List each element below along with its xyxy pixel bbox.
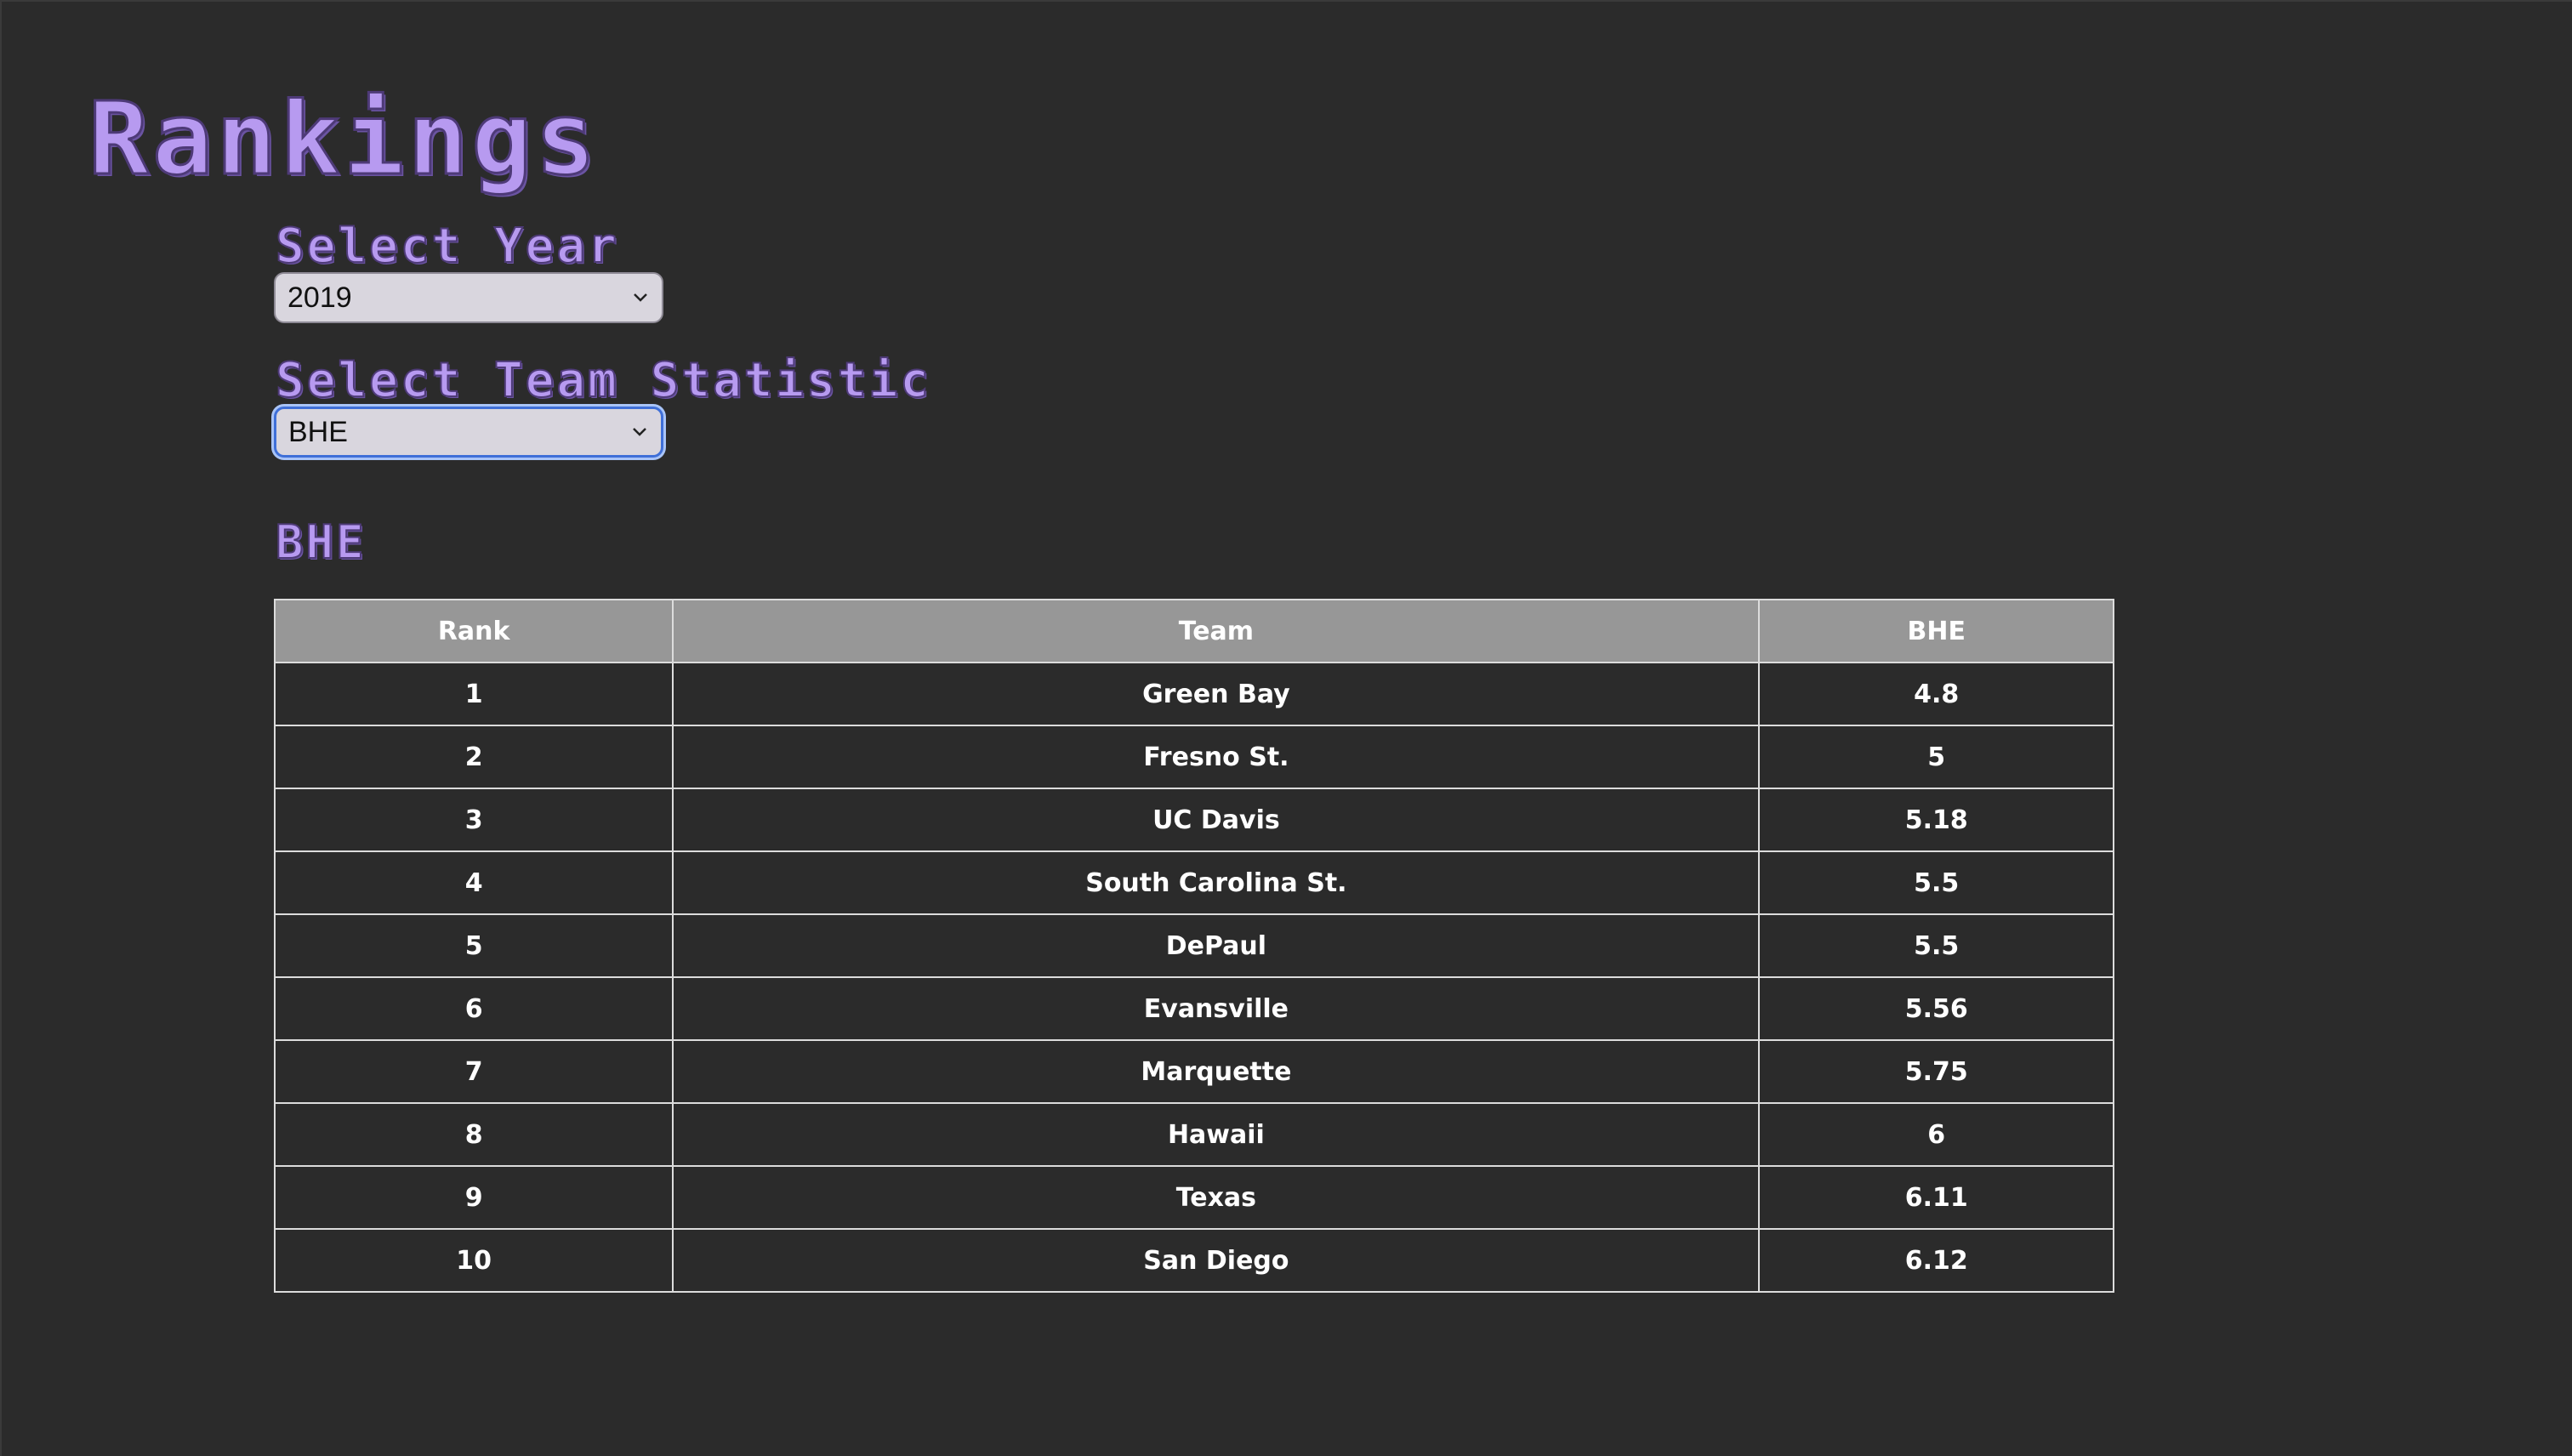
column-header-team: Team xyxy=(672,599,1761,663)
team-cell: Evansville xyxy=(672,976,1761,1041)
rank-cell: 1 xyxy=(273,662,674,726)
chevron-down-icon xyxy=(631,288,650,307)
table-row: 1 Green Bay 4.8 xyxy=(273,662,2114,726)
stat-cell: 5 xyxy=(1758,725,2114,789)
team-cell: Green Bay xyxy=(672,662,1761,726)
stat-cell: 5.18 xyxy=(1758,788,2114,852)
rankings-table: Rank Team BHE 1 Green Bay 4.8 2 Fresno S… xyxy=(273,599,2114,1293)
stat-select[interactable]: BHE xyxy=(274,407,663,458)
page-title: Rankings xyxy=(87,80,600,197)
table-row: 8 Hawaii 6 xyxy=(273,1102,2114,1167)
table-header-row: Rank Team BHE xyxy=(273,599,2114,663)
rank-cell: 7 xyxy=(273,1039,674,1104)
team-cell: Fresno St. xyxy=(672,725,1761,789)
stat-select-value: BHE xyxy=(288,415,348,448)
stat-heading: BHE xyxy=(275,515,367,570)
team-cell: Marquette xyxy=(672,1039,1761,1104)
table-row: 3 UC Davis 5.18 xyxy=(273,788,2114,852)
table-row: 6 Evansville 5.56 xyxy=(273,976,2114,1041)
rank-cell: 9 xyxy=(273,1165,674,1230)
table-row: 5 DePaul 5.5 xyxy=(273,913,2114,978)
team-cell: South Carolina St. xyxy=(672,850,1761,915)
team-cell: Texas xyxy=(672,1165,1761,1230)
team-cell: UC Davis xyxy=(672,788,1761,852)
stat-cell: 6.11 xyxy=(1758,1165,2114,1230)
team-cell: San Diego xyxy=(672,1228,1761,1293)
rank-cell: 2 xyxy=(273,725,674,789)
table-row: 2 Fresno St. 5 xyxy=(273,725,2114,789)
year-select[interactable]: 2019 xyxy=(274,272,663,323)
stat-cell: 5.5 xyxy=(1758,850,2114,915)
table-row: 9 Texas 6.11 xyxy=(273,1165,2114,1230)
team-cell: Hawaii xyxy=(672,1102,1761,1167)
team-cell: DePaul xyxy=(672,913,1761,978)
chevron-down-icon xyxy=(630,423,649,441)
column-header-stat: BHE xyxy=(1758,599,2114,663)
rank-cell: 8 xyxy=(273,1102,674,1167)
stat-cell: 5.5 xyxy=(1758,913,2114,978)
table-row: 4 South Carolina St. 5.5 xyxy=(273,850,2114,915)
year-select-value: 2019 xyxy=(287,281,352,314)
table-row: 10 San Diego 6.12 xyxy=(273,1228,2114,1293)
rank-cell: 4 xyxy=(273,850,674,915)
column-header-rank: Rank xyxy=(273,599,674,663)
rank-cell: 10 xyxy=(273,1228,674,1293)
stat-cell: 5.56 xyxy=(1758,976,2114,1041)
rank-cell: 6 xyxy=(273,976,674,1041)
rank-cell: 5 xyxy=(273,913,674,978)
stat-select-label: Select Team Statistic xyxy=(275,353,932,409)
stat-cell: 6.12 xyxy=(1758,1228,2114,1293)
stat-cell: 4.8 xyxy=(1758,662,2114,726)
stat-cell: 5.75 xyxy=(1758,1039,2114,1104)
year-select-label: Select Year xyxy=(275,219,619,275)
table-row: 7 Marquette 5.75 xyxy=(273,1039,2114,1104)
rank-cell: 3 xyxy=(273,788,674,852)
stat-cell: 6 xyxy=(1758,1102,2114,1167)
